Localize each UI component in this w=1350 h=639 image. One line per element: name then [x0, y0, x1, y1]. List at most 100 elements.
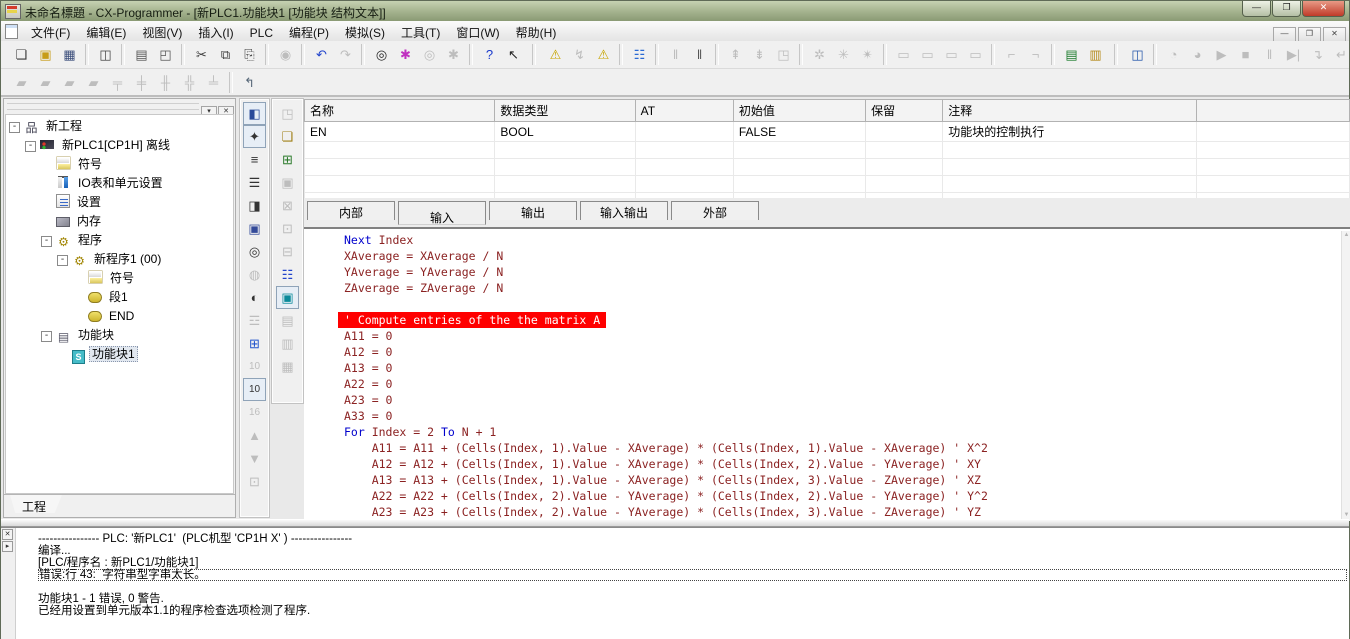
maximize-button[interactable]: ❐: [1272, 1, 1301, 17]
document-system-icon[interactable]: [5, 24, 18, 39]
pause-button[interactable]: ‖: [688, 43, 711, 66]
code-line-8[interactable]: A13 = 0: [304, 360, 1341, 376]
column-header-6[interactable]: [1196, 100, 1349, 122]
menu-item-9[interactable]: 帮助(H): [508, 21, 565, 41]
transfer-program-check-button[interactable]: ☷: [628, 43, 651, 66]
print-preview-button[interactable]: ◰: [154, 43, 177, 66]
code-line-3[interactable]: ZAverage = ZAverage / N: [304, 280, 1341, 296]
drag-grip[interactable]: [7, 103, 199, 110]
tree-item-9[interactable]: 段1: [6, 288, 233, 307]
code-line-15[interactable]: A13 = A13 + (Cells(Index, 1).Value - XAv…: [304, 472, 1341, 488]
work-online-simulator-button[interactable]: ▤: [1060, 43, 1083, 66]
compile-program-check-button[interactable]: ⚠: [544, 43, 567, 66]
close-button[interactable]: ✕: [1302, 1, 1345, 17]
column-header-2[interactable]: AT: [635, 100, 733, 122]
tree-item-6[interactable]: -⚙程序: [6, 231, 233, 250]
new-view-window-button[interactable]: ◨: [243, 194, 266, 217]
monitor-decimal-button[interactable]: 10: [243, 378, 266, 401]
check-all-programs-button[interactable]: ⚠: [592, 43, 615, 66]
tree-item-8[interactable]: 符号: [6, 269, 233, 288]
menu-item-4[interactable]: PLC: [242, 23, 281, 43]
tree-expander-icon[interactable]: -: [57, 255, 68, 266]
tree-item-5[interactable]: 内存: [6, 212, 233, 231]
io-tab-4[interactable]: 外部: [671, 201, 759, 220]
code-line-0[interactable]: Next Index: [304, 232, 1341, 248]
code-line-14[interactable]: A12 = A12 + (Cells(Index, 1).Value - XAv…: [304, 456, 1341, 472]
properties-button[interactable]: ▣: [243, 217, 266, 240]
st-code-editor[interactable]: Next IndexXAverage = XAverage / NYAverag…: [304, 227, 1350, 521]
tree-expander-icon[interactable]: -: [25, 141, 36, 152]
view-ladder-button[interactable]: ☰: [243, 171, 266, 194]
menu-item-1[interactable]: 编辑(E): [78, 21, 134, 41]
table-row-0[interactable]: ENBOOLFALSE功能块的控制执行: [305, 122, 1350, 142]
code-line-9[interactable]: A22 = 0: [304, 376, 1341, 392]
code-line-5[interactable]: ' Compute entries of the the matrix A: [304, 312, 1341, 328]
help-button[interactable]: ?: [478, 43, 501, 66]
tree-item-10[interactable]: END: [6, 307, 233, 326]
tree-item-4[interactable]: 设置: [6, 193, 233, 212]
output-scroll-button[interactable]: ▸: [2, 541, 13, 552]
find-button[interactable]: ◎: [370, 43, 393, 66]
tree-item-7[interactable]: -⚙新程序1 (00): [6, 250, 233, 269]
column-header-4[interactable]: 保留: [866, 100, 943, 122]
save-project-button[interactable]: ▦: [58, 43, 81, 66]
io-comment-view-button[interactable]: ⊞: [243, 332, 266, 355]
context-help-button[interactable]: ↖: [502, 43, 525, 66]
print-button[interactable]: ▤: [130, 43, 153, 66]
menu-item-8[interactable]: 窗口(W): [448, 21, 507, 41]
cut-button[interactable]: ✂: [190, 43, 213, 66]
output-line-2[interactable]: [PLC/程序名 : 新PLC1/功能块1]: [38, 557, 1349, 569]
code-line-6[interactable]: A11 = 0: [304, 328, 1341, 344]
output-line-3[interactable]: 错误:行 43: 字符串型字串太长。: [38, 569, 1347, 581]
tree-item-3[interactable]: IO表和单元设置: [6, 174, 233, 193]
code-line-4[interactable]: [304, 296, 1341, 312]
output-line-0[interactable]: ---------------- PLC: '新PLC1' (PLC机型 'CP…: [38, 533, 1349, 545]
tree-item-1[interactable]: -新PLC1[CP1H] 离线: [6, 136, 233, 155]
output-close-button[interactable]: ✕: [2, 529, 13, 540]
menu-item-3[interactable]: 插入(I): [190, 21, 241, 41]
return-mode-button[interactable]: ↰: [238, 71, 261, 94]
simulator-settings-button[interactable]: ▥: [1084, 43, 1107, 66]
code-line-13[interactable]: A11 = A11 + (Cells(Index, 1).Value - XAv…: [304, 440, 1341, 456]
zoom-tool-button[interactable]: ◎: [243, 240, 266, 263]
scroll-down-icon[interactable]: ▼: [1342, 511, 1350, 519]
io-tab-3[interactable]: 输入输出: [580, 201, 668, 220]
code-line-7[interactable]: A12 = 0: [304, 344, 1341, 360]
tree-item-0[interactable]: -品新工程: [6, 117, 233, 136]
output-line-1[interactable]: 编译...: [38, 545, 1349, 557]
column-header-5[interactable]: 注释: [943, 100, 1196, 122]
column-header-3[interactable]: 初始值: [733, 100, 865, 122]
code-line-2[interactable]: YAverage = YAverage / N: [304, 264, 1341, 280]
table-empty-row[interactable]: [305, 159, 1350, 176]
tree-item-2[interactable]: 符号: [6, 155, 233, 174]
tree-expander-icon[interactable]: -: [41, 236, 52, 247]
insert-symbol-button[interactable]: ❏: [276, 125, 299, 148]
fb-instance-button[interactable]: ☷: [276, 263, 299, 286]
output-line-5[interactable]: 功能块1 - 1 错误, 0 警告.: [38, 593, 1349, 605]
replace-button[interactable]: ✱: [394, 43, 417, 66]
page-setup-button[interactable]: ◫: [94, 43, 117, 66]
code-line-17[interactable]: A23 = A23 + (Cells(Index, 2).Value - YAv…: [304, 504, 1341, 520]
view-mnemonic-button[interactable]: ≡: [243, 148, 266, 171]
editor-scrollbar[interactable]: ▲ ▼: [1341, 231, 1350, 521]
code-line-10[interactable]: A23 = 0: [304, 392, 1341, 408]
io-tab-2[interactable]: 输出: [489, 201, 577, 220]
table-empty-row[interactable]: [305, 142, 1350, 159]
column-header-1[interactable]: 数据类型: [495, 100, 635, 122]
menu-item-6[interactable]: 模拟(S): [337, 21, 393, 41]
menu-item-5[interactable]: 编程(P): [281, 21, 337, 41]
code-line-16[interactable]: A22 = A22 + (Cells(Index, 2).Value - YAv…: [304, 488, 1341, 504]
edit-grid-button[interactable]: ⊞: [276, 148, 299, 171]
fb-st-editor-button[interactable]: ▣: [276, 286, 299, 309]
open-project-button[interactable]: ▣: [34, 43, 57, 66]
copy-button[interactable]: ⧉: [214, 43, 237, 66]
table-empty-row[interactable]: [305, 176, 1350, 193]
tree-item-12[interactable]: S功能块1: [6, 345, 233, 364]
compile-fb-button[interactable]: ✦: [243, 125, 266, 148]
undo-button[interactable]: ↶: [310, 43, 333, 66]
io-tab-0[interactable]: 内部: [307, 201, 395, 220]
output-line-6[interactable]: 已经用设置到单元版本1.1的程序检查选项检测了程序.: [38, 605, 1349, 617]
tree-expander-icon[interactable]: -: [41, 331, 52, 342]
output-line-4[interactable]: [38, 581, 1349, 593]
menu-item-2[interactable]: 视图(V): [134, 21, 190, 41]
